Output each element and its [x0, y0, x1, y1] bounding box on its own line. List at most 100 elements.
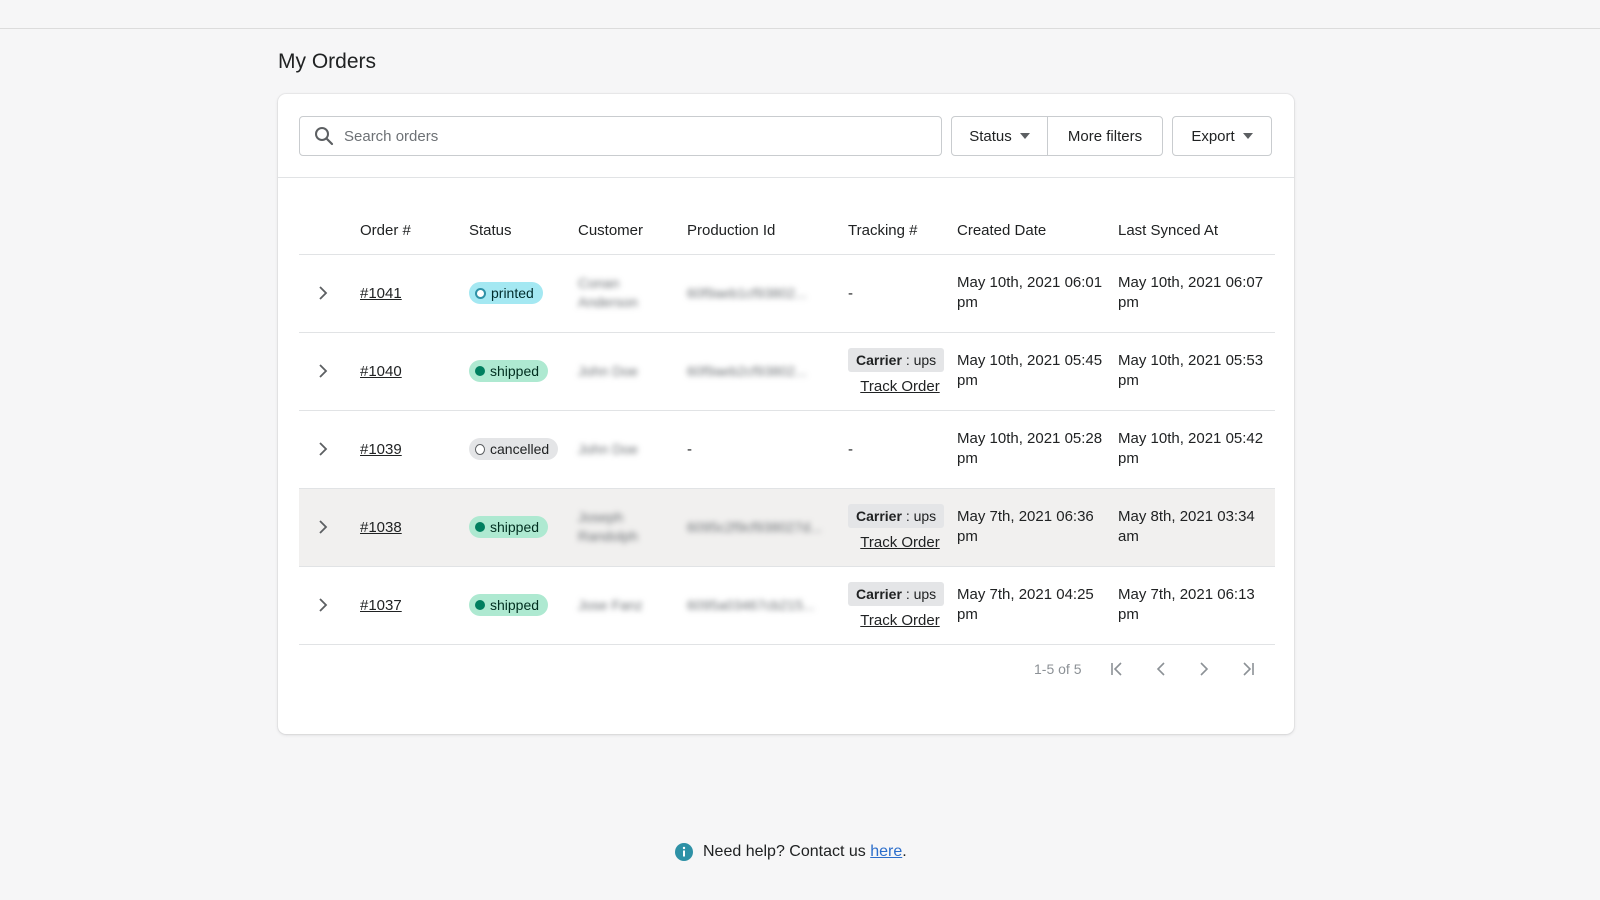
created-date: May 10th, 2021 05:28 pm — [957, 410, 1118, 489]
order-link[interactable]: #1039 — [360, 441, 402, 458]
order-cell: #1039 — [360, 410, 469, 489]
chevron-right-icon[interactable] — [317, 441, 329, 457]
carrier-tag: Carrier : ups — [848, 347, 945, 372]
table-row[interactable]: #1038 shipped Joseph Randolph 6095c2f9cf… — [299, 488, 1275, 567]
status-dot-icon — [475, 366, 485, 376]
track-order-link[interactable]: Track Order — [850, 612, 950, 629]
last-page-icon — [1243, 662, 1254, 676]
carrier-label: Carrier — [856, 585, 902, 602]
export-label: Export — [1191, 127, 1235, 145]
table-row[interactable]: #1037 shipped Jose Fanz 6095a03467cb215.… — [299, 566, 1275, 645]
customer-cell: Joseph Randolph — [578, 488, 687, 567]
production-id-cell: 60f9aeb2cf93802... — [687, 332, 848, 411]
last-page-button[interactable] — [1236, 658, 1258, 680]
chevron-right-icon[interactable] — [317, 519, 329, 535]
tracking-cell: - — [848, 254, 957, 333]
last-synced: May 8th, 2021 03:34 am — [1118, 488, 1275, 567]
order-link[interactable]: #1037 — [360, 597, 402, 614]
prev-page-button[interactable] — [1150, 658, 1172, 680]
more-filters-button[interactable]: More filters — [1047, 116, 1163, 156]
expand-cell[interactable] — [299, 332, 360, 411]
customer-cell: John Doe — [578, 332, 687, 411]
first-page-icon — [1111, 662, 1122, 676]
status-dot-icon — [475, 287, 486, 299]
status-cell: shipped — [469, 332, 578, 411]
chevron-right-icon[interactable] — [317, 363, 329, 379]
created-date: May 7th, 2021 06:36 pm — [957, 488, 1118, 567]
order-link[interactable]: #1038 — [360, 519, 402, 536]
last-synced: May 10th, 2021 06:07 pm — [1118, 254, 1275, 333]
header-created-date[interactable]: Created Date — [957, 212, 1118, 255]
last-synced: May 10th, 2021 05:42 pm — [1118, 410, 1275, 489]
header-last-synced[interactable]: Last Synced At — [1118, 212, 1275, 255]
order-link[interactable]: #1041 — [360, 285, 402, 302]
carrier-value: : ups — [905, 585, 937, 602]
status-badge: shipped — [469, 594, 549, 616]
created-date: May 10th, 2021 06:01 pm — [957, 254, 1118, 333]
status-filter-label: Status — [969, 127, 1012, 145]
table-row[interactable]: #1040 shipped John Doe 60f9aeb2cf93802..… — [299, 332, 1275, 411]
order-cell: #1037 — [360, 566, 469, 645]
help-link[interactable]: here — [870, 843, 902, 860]
tracking-value: - — [848, 284, 853, 302]
production-id: - — [687, 440, 692, 458]
first-page-button[interactable] — [1107, 658, 1129, 680]
chevron-left-icon — [1156, 662, 1165, 676]
divider — [278, 177, 1294, 178]
carrier-tag: Carrier : ups — [848, 503, 945, 528]
tracking-cell: - — [848, 410, 957, 489]
production-id-cell: - — [687, 410, 848, 489]
expand-cell[interactable] — [299, 566, 360, 645]
carrier-label: Carrier — [856, 507, 902, 524]
carrier-value: : ups — [905, 351, 937, 368]
header-expand — [299, 212, 360, 255]
search-icon — [315, 127, 334, 146]
expand-cell[interactable] — [299, 254, 360, 333]
header-production-id[interactable]: Production Id — [687, 212, 848, 255]
status-text: shipped — [490, 363, 540, 379]
chevron-right-icon[interactable] — [317, 597, 329, 613]
chevron-right-icon — [1200, 662, 1209, 676]
order-cell: #1040 — [360, 332, 469, 411]
status-filter-button[interactable]: Status — [951, 116, 1048, 156]
search-input[interactable] — [344, 118, 941, 154]
orders-card: Status More filters Export Order # Statu… — [278, 94, 1294, 734]
next-page-button[interactable] — [1193, 658, 1215, 680]
last-synced: May 10th, 2021 05:53 pm — [1118, 332, 1275, 411]
order-cell: #1038 — [360, 488, 469, 567]
expand-cell[interactable] — [299, 410, 360, 489]
carrier-tag: Carrier : ups — [848, 581, 945, 606]
table-row[interactable]: #1039 cancelled John Doe - - May 10th, 2… — [299, 410, 1275, 489]
expand-cell[interactable] — [299, 488, 360, 567]
status-dot-icon — [475, 600, 485, 610]
status-cell: shipped — [469, 488, 578, 567]
status-cell: shipped — [469, 566, 578, 645]
caret-down-icon — [1242, 133, 1253, 139]
help-suffix: . — [902, 843, 907, 860]
production-id: 6095c2f9cf938027d... — [687, 518, 822, 535]
export-button[interactable]: Export — [1172, 116, 1272, 156]
status-badge: shipped — [469, 516, 549, 538]
order-link[interactable]: #1040 — [360, 363, 402, 380]
header-status[interactable]: Status — [469, 212, 578, 255]
customer-cell: Conan Anderson — [578, 254, 687, 333]
search-box[interactable] — [299, 116, 942, 156]
header-order[interactable]: Order # — [360, 212, 469, 255]
track-order-link[interactable]: Track Order — [850, 534, 950, 551]
customer-name: Jose Fanz — [578, 596, 643, 613]
page-title: My Orders — [278, 50, 377, 73]
customer-name: John Doe — [578, 362, 638, 379]
table-row[interactable]: #1041 printed Conan Anderson 60f9aeb1cf9… — [299, 254, 1275, 333]
more-filters-label: More filters — [1067, 127, 1143, 145]
chevron-right-icon[interactable] — [317, 285, 329, 301]
status-cell: cancelled — [469, 410, 578, 489]
production-id-cell: 6095a03467cb215... — [687, 566, 848, 645]
header-tracking[interactable]: Tracking # — [848, 212, 957, 255]
last-synced: May 7th, 2021 06:13 pm — [1118, 566, 1275, 645]
status-text: shipped — [490, 519, 540, 535]
track-order-link[interactable]: Track Order — [850, 378, 950, 395]
status-cell: printed — [469, 254, 578, 333]
info-icon — [675, 843, 693, 861]
header-customer[interactable]: Customer — [578, 212, 687, 255]
status-dot-icon — [475, 522, 485, 532]
